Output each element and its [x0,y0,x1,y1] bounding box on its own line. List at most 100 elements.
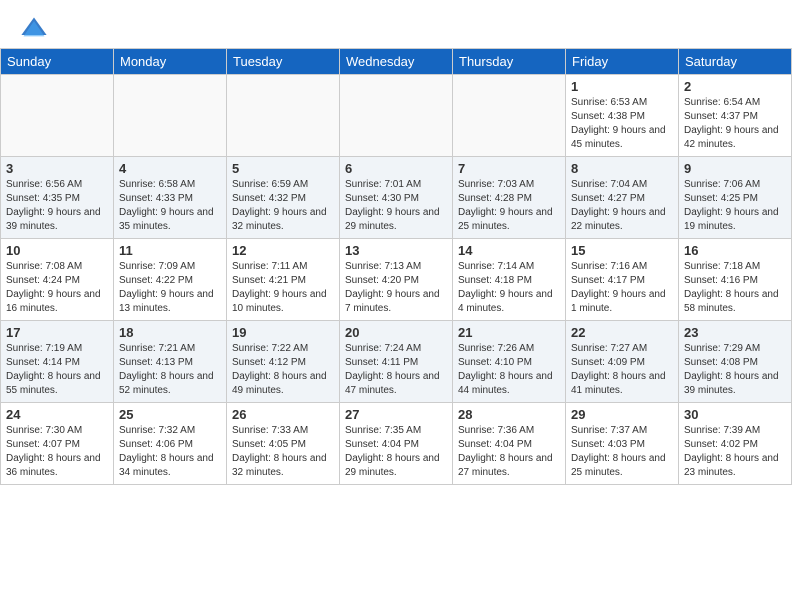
calendar-cell: 18 Sunrise: 7:21 AM Sunset: 4:13 PM Dayli… [114,321,227,403]
calendar-cell: 1 Sunrise: 6:53 AM Sunset: 4:38 PM Daylig… [566,75,679,157]
col-header-wednesday: Wednesday [340,49,453,75]
calendar-cell: 25 Sunrise: 7:32 AM Sunset: 4:06 PM Dayli… [114,403,227,485]
calendar-cell: 5 Sunrise: 6:59 AM Sunset: 4:32 PM Daylig… [227,157,340,239]
day-info: Sunrise: 6:58 AM Sunset: 4:33 PM Dayligh… [119,178,221,234]
calendar-cell: 11Sunrise: 7:09 AM Sunset: 4:22 PM Dayli… [114,239,227,321]
calendar-week-0: 1 Sunrise: 6:53 AM Sunset: 4:38 PM Daylig… [1,75,792,157]
day-number: 16 [684,243,786,258]
calendar-week-1: 3Sunrise: 6:56 AM Sunset: 4:35 PM Daylig… [1,157,792,239]
calendar-cell: 26 Sunrise: 7:33 AM Sunset: 4:05 PM Dayli… [227,403,340,485]
day-number: 15 [571,243,673,258]
calendar-week-3: 17 Sunrise: 7:19 AM Sunset: 4:14 PM Dayli… [1,321,792,403]
calendar-cell: 29 Sunrise: 7:37 AM Sunset: 4:03 PM Dayli… [566,403,679,485]
calendar-cell: 22 Sunrise: 7:27 AM Sunset: 4:09 PM Dayli… [566,321,679,403]
calendar-cell: 13 Sunrise: 7:13 AM Sunset: 4:20 PM Dayli… [340,239,453,321]
day-number: 1 [571,79,673,94]
day-number: 9 [684,161,786,176]
day-number: 3 [6,161,108,176]
calendar-cell: 27 Sunrise: 7:35 AM Sunset: 4:04 PM Dayli… [340,403,453,485]
day-info: Sunrise: 7:24 AM Sunset: 4:11 PM Dayligh… [345,342,447,398]
calendar-cell [1,75,114,157]
day-info: Sunrise: 7:18 AM Sunset: 4:16 PM Dayligh… [684,260,786,316]
col-header-tuesday: Tuesday [227,49,340,75]
calendar-cell: 21 Sunrise: 7:26 AM Sunset: 4:10 PM Dayli… [453,321,566,403]
calendar-cell: 9 Sunrise: 7:06 AM Sunset: 4:25 PM Daylig… [679,157,792,239]
calendar-cell: 16 Sunrise: 7:18 AM Sunset: 4:16 PM Dayli… [679,239,792,321]
day-info: Sunrise: 7:26 AM Sunset: 4:10 PM Dayligh… [458,342,560,398]
day-info: Sunrise: 7:22 AM Sunset: 4:12 PM Dayligh… [232,342,334,398]
day-number: 2 [684,79,786,94]
calendar-cell: 14Sunrise: 7:14 AM Sunset: 4:18 PM Dayli… [453,239,566,321]
day-info: Sunrise: 6:54 AM Sunset: 4:37 PM Dayligh… [684,96,786,152]
day-number: 23 [684,325,786,340]
day-info: Sunrise: 7:37 AM Sunset: 4:03 PM Dayligh… [571,424,673,480]
day-info: Sunrise: 6:59 AM Sunset: 4:32 PM Dayligh… [232,178,334,234]
calendar-cell: 24Sunrise: 7:30 AM Sunset: 4:07 PM Dayli… [1,403,114,485]
day-info: Sunrise: 7:33 AM Sunset: 4:05 PM Dayligh… [232,424,334,480]
col-header-friday: Friday [566,49,679,75]
col-header-monday: Monday [114,49,227,75]
day-info: Sunrise: 7:29 AM Sunset: 4:08 PM Dayligh… [684,342,786,398]
day-number: 12 [232,243,334,258]
calendar-cell: 30Sunrise: 7:39 AM Sunset: 4:02 PM Dayli… [679,403,792,485]
calendar-header-row: SundayMondayTuesdayWednesdayThursdayFrid… [1,49,792,75]
logo-icon [20,14,48,42]
calendar-cell: 2 Sunrise: 6:54 AM Sunset: 4:37 PM Daylig… [679,75,792,157]
calendar-cell: 7Sunrise: 7:03 AM Sunset: 4:28 PM Daylig… [453,157,566,239]
calendar-cell: 17 Sunrise: 7:19 AM Sunset: 4:14 PM Dayli… [1,321,114,403]
page-header [0,0,792,48]
calendar-cell: 20 Sunrise: 7:24 AM Sunset: 4:11 PM Dayli… [340,321,453,403]
day-number: 28 [458,407,560,422]
day-number: 29 [571,407,673,422]
calendar-cell: 3Sunrise: 6:56 AM Sunset: 4:35 PM Daylig… [1,157,114,239]
day-info: Sunrise: 7:39 AM Sunset: 4:02 PM Dayligh… [684,424,786,480]
calendar-week-2: 10 Sunrise: 7:08 AM Sunset: 4:24 PM Dayli… [1,239,792,321]
calendar-cell: 12Sunrise: 7:11 AM Sunset: 4:21 PM Dayli… [227,239,340,321]
day-info: Sunrise: 7:14 AM Sunset: 4:18 PM Dayligh… [458,260,560,316]
day-info: Sunrise: 7:16 AM Sunset: 4:17 PM Dayligh… [571,260,673,316]
day-info: Sunrise: 7:01 AM Sunset: 4:30 PM Dayligh… [345,178,447,234]
day-number: 6 [345,161,447,176]
calendar-cell [114,75,227,157]
day-info: Sunrise: 7:35 AM Sunset: 4:04 PM Dayligh… [345,424,447,480]
day-info: Sunrise: 7:09 AM Sunset: 4:22 PM Dayligh… [119,260,221,316]
day-number: 7 [458,161,560,176]
calendar-cell: 28Sunrise: 7:36 AM Sunset: 4:04 PM Dayli… [453,403,566,485]
day-info: Sunrise: 7:19 AM Sunset: 4:14 PM Dayligh… [6,342,108,398]
day-number: 5 [232,161,334,176]
logo [20,14,50,42]
col-header-saturday: Saturday [679,49,792,75]
day-number: 18 [119,325,221,340]
day-info: Sunrise: 7:21 AM Sunset: 4:13 PM Dayligh… [119,342,221,398]
day-info: Sunrise: 6:53 AM Sunset: 4:38 PM Dayligh… [571,96,673,152]
calendar-cell [227,75,340,157]
day-number: 22 [571,325,673,340]
calendar-cell [453,75,566,157]
day-number: 27 [345,407,447,422]
day-number: 17 [6,325,108,340]
day-number: 10 [6,243,108,258]
calendar-cell: 6 Sunrise: 7:01 AM Sunset: 4:30 PM Daylig… [340,157,453,239]
day-info: Sunrise: 7:06 AM Sunset: 4:25 PM Dayligh… [684,178,786,234]
day-number: 8 [571,161,673,176]
day-info: Sunrise: 7:08 AM Sunset: 4:24 PM Dayligh… [6,260,108,316]
calendar-cell [340,75,453,157]
col-header-thursday: Thursday [453,49,566,75]
calendar-cell: 8Sunrise: 7:04 AM Sunset: 4:27 PM Daylig… [566,157,679,239]
calendar-cell: 10 Sunrise: 7:08 AM Sunset: 4:24 PM Dayli… [1,239,114,321]
calendar-week-4: 24Sunrise: 7:30 AM Sunset: 4:07 PM Dayli… [1,403,792,485]
calendar-table: SundayMondayTuesdayWednesdayThursdayFrid… [0,48,792,485]
day-number: 21 [458,325,560,340]
calendar-cell: 15 Sunrise: 7:16 AM Sunset: 4:17 PM Dayli… [566,239,679,321]
page-wrapper: SundayMondayTuesdayWednesdayThursdayFrid… [0,0,792,495]
day-info: Sunrise: 7:27 AM Sunset: 4:09 PM Dayligh… [571,342,673,398]
day-info: Sunrise: 7:32 AM Sunset: 4:06 PM Dayligh… [119,424,221,480]
day-number: 19 [232,325,334,340]
day-number: 20 [345,325,447,340]
day-info: Sunrise: 7:30 AM Sunset: 4:07 PM Dayligh… [6,424,108,480]
day-number: 13 [345,243,447,258]
day-info: Sunrise: 7:13 AM Sunset: 4:20 PM Dayligh… [345,260,447,316]
day-number: 26 [232,407,334,422]
day-number: 25 [119,407,221,422]
day-number: 4 [119,161,221,176]
